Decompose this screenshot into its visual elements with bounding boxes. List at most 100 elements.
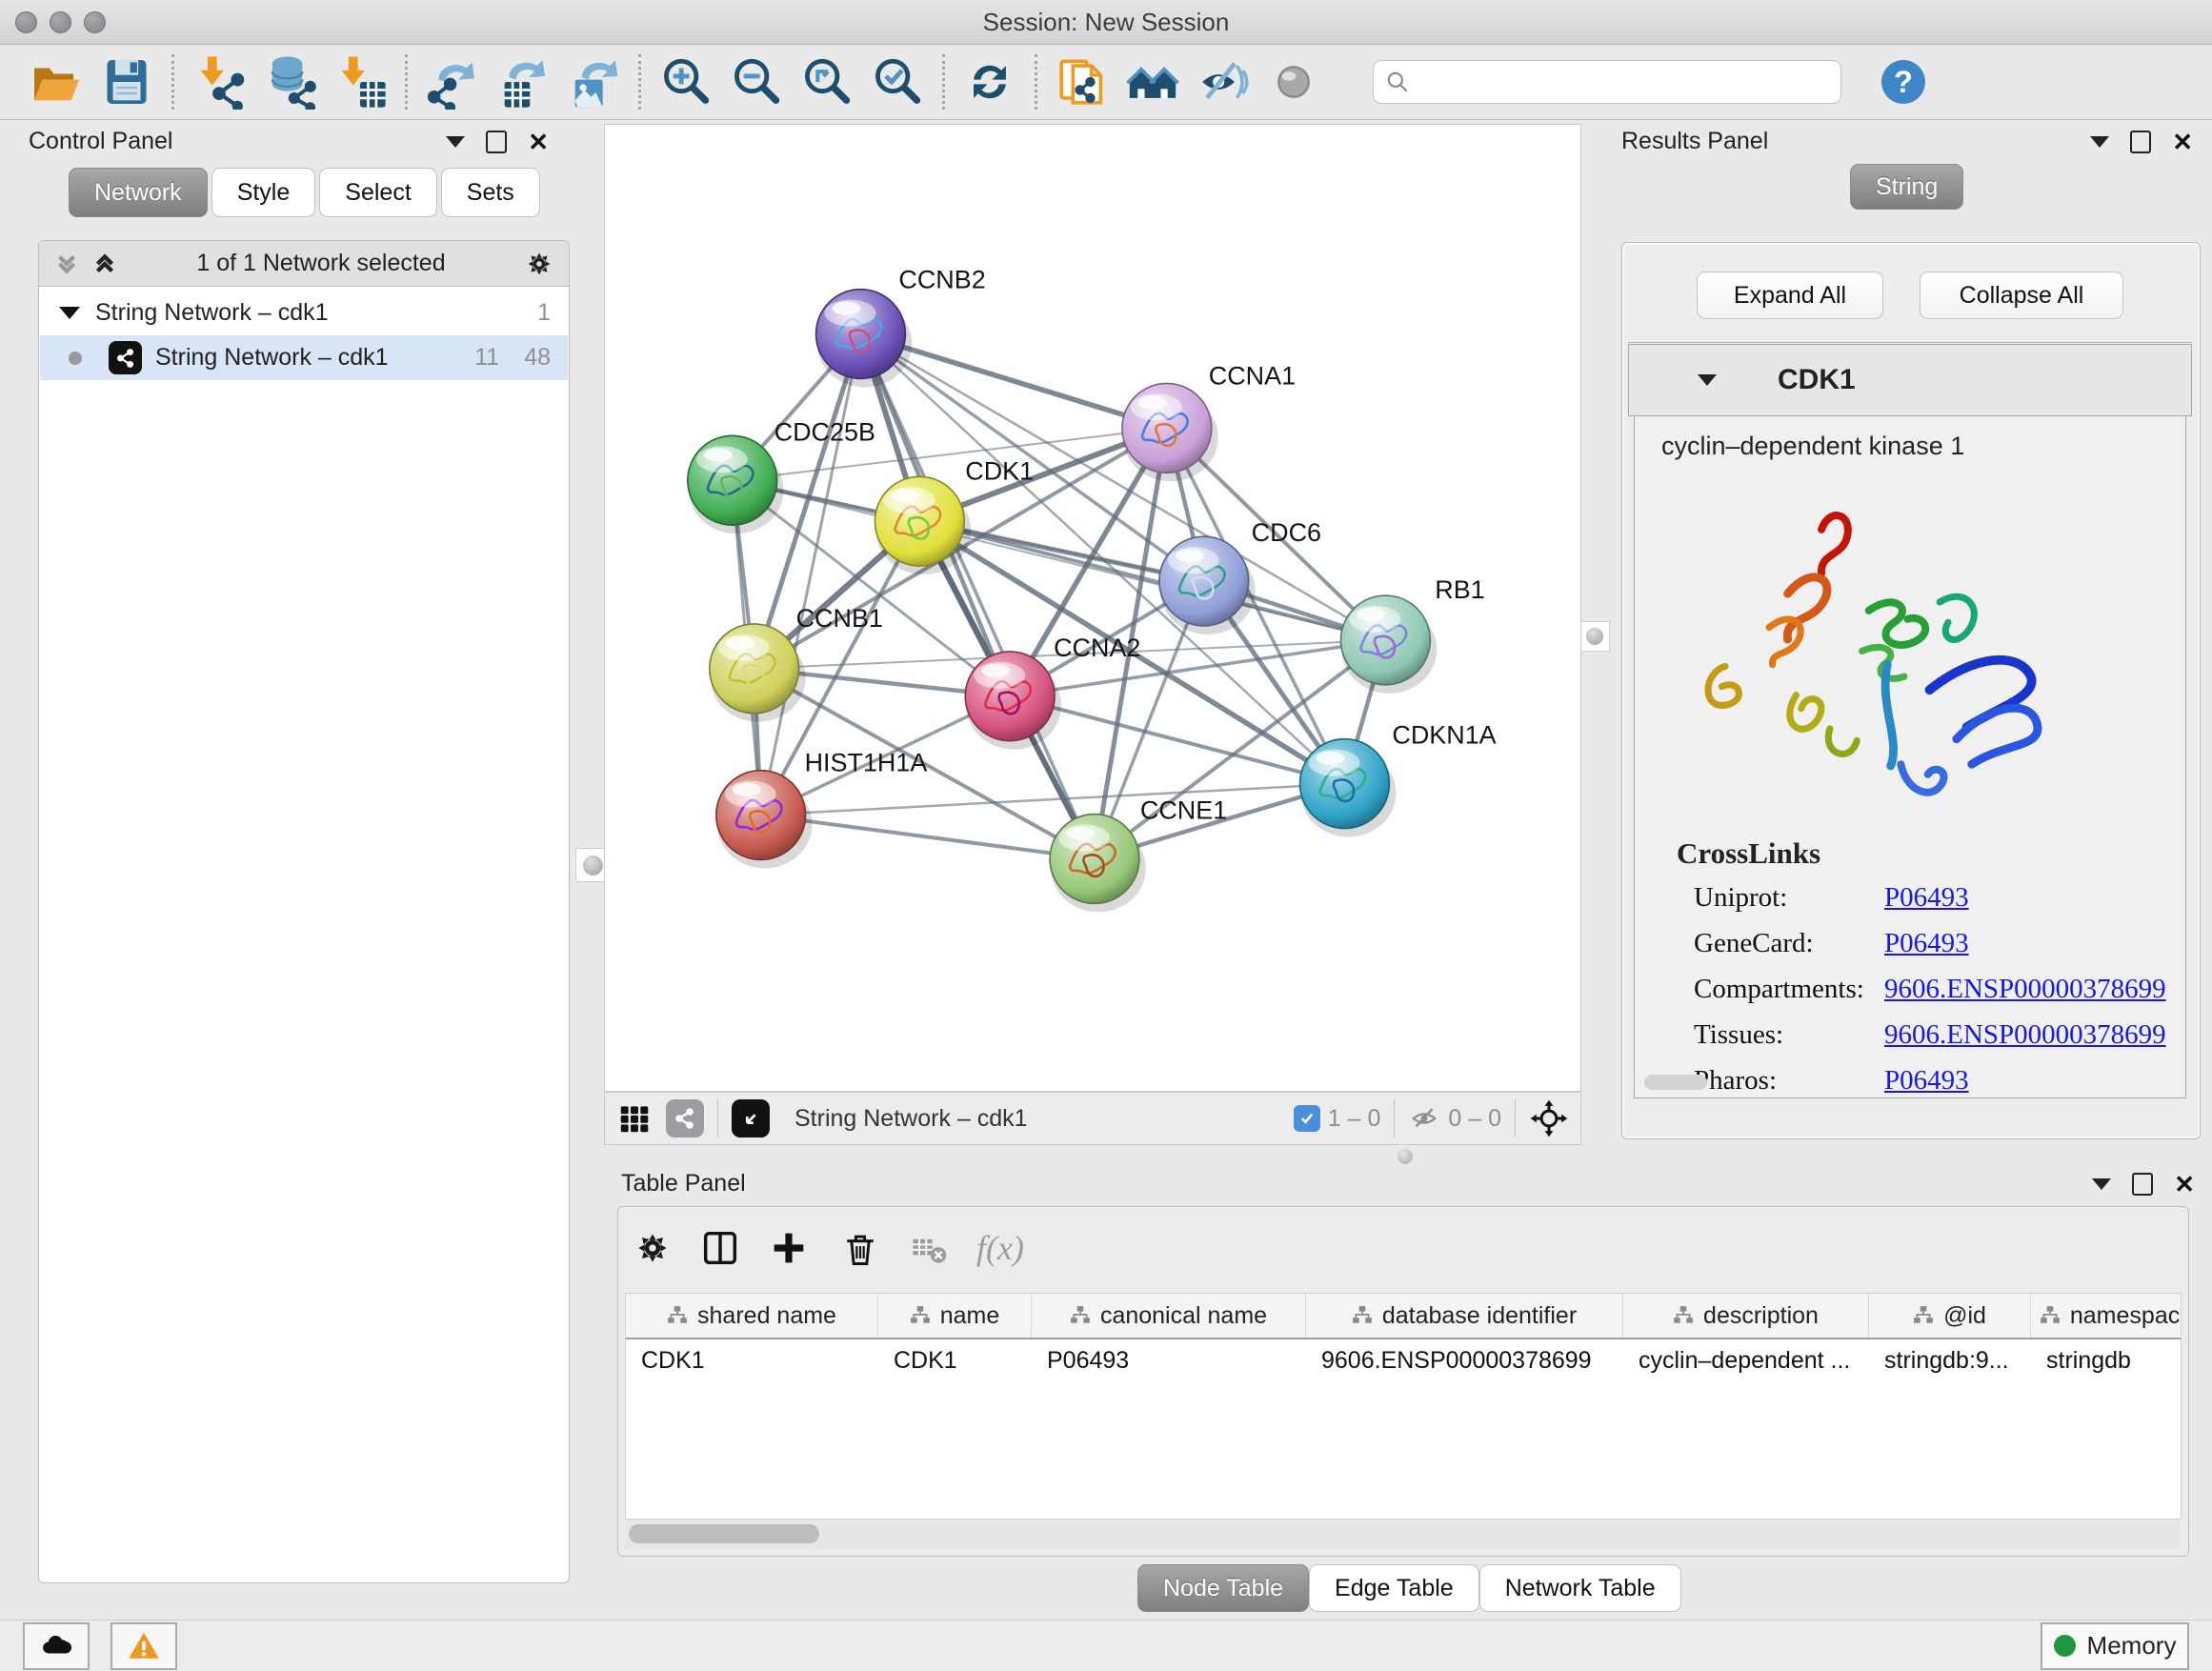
string-network-graph[interactable]: CCNB2CCNA1CDC25BCDK1CDC6RB1CCNB1CCNA2CDK…: [605, 125, 1580, 1091]
expand-all-button[interactable]: Expand All: [1697, 272, 1883, 319]
share-document-button[interactable]: [1047, 50, 1117, 113]
table-cell[interactable]: P06493: [1032, 1339, 1306, 1381]
help-button[interactable]: ?: [1868, 50, 1939, 113]
section-collapse-icon[interactable]: [1698, 374, 1717, 386]
column-header-namespace[interactable]: namespace: [2031, 1294, 2182, 1338]
network-node-ccnb2[interactable]: CCNB2: [816, 266, 986, 388]
column-header-description[interactable]: description: [1623, 1294, 1869, 1338]
import-table-file-button[interactable]: [325, 50, 395, 113]
right-splitter-handle[interactable]: [1579, 621, 1610, 652]
table-cell[interactable]: stringdb:9...: [1869, 1339, 2031, 1381]
crosslink-link[interactable]: P06493: [1884, 882, 1969, 914]
birdseye-navigator-icon[interactable]: [1529, 1098, 1569, 1138]
table-tabs: Node Table Edge Table Network Table: [1137, 1564, 1681, 1612]
expand-all-icon[interactable]: [90, 250, 119, 278]
save-session-button[interactable]: [91, 50, 162, 113]
network-view-canvas[interactable]: CCNB2CCNA1CDC25BCDK1CDC6RB1CCNB1CCNA2CDK…: [604, 124, 1581, 1092]
export-network-button[interactable]: [417, 50, 488, 113]
table-panel-title: Table Panel: [621, 1170, 746, 1198]
node-table[interactable]: shared namenamecanonical namedatabase id…: [625, 1293, 2182, 1520]
tab-style[interactable]: Style: [211, 168, 316, 217]
refresh-button[interactable]: [955, 50, 1025, 113]
table-horizontal-scrollbar[interactable]: [625, 1520, 2180, 1548]
zoom-fit-button[interactable]: [792, 50, 862, 113]
search-field[interactable]: [1373, 60, 1841, 104]
create-column-plus-icon[interactable]: [767, 1226, 811, 1270]
protein-section-body: cyclin–dependent kinase 1 CrossLinks Uni…: [1634, 416, 2186, 1098]
crosslink-link[interactable]: 9606.ENSP00000378699: [1884, 1019, 2166, 1051]
close-panel-icon[interactable]: ✕: [2172, 132, 2193, 151]
export-image-button[interactable]: [558, 50, 629, 113]
float-panel-icon[interactable]: [2130, 131, 2151, 153]
close-panel-icon[interactable]: ✕: [528, 132, 549, 151]
show-selected-button[interactable]: [1258, 50, 1329, 113]
protein-section-header[interactable]: CDK1: [1628, 344, 2192, 416]
table-scrollbar-thumb[interactable]: [629, 1524, 819, 1543]
panel-menu-icon[interactable]: [2090, 136, 2109, 148]
table-cell[interactable]: CDK1: [878, 1339, 1032, 1381]
network-node-ccnb1[interactable]: CCNB1: [710, 604, 883, 722]
hidden-eye-icon: [1408, 1102, 1440, 1135]
tree-expand-icon[interactable]: [59, 307, 80, 319]
gear-icon[interactable]: [523, 248, 555, 280]
import-network-database-button[interactable]: [254, 50, 325, 113]
table-settings-gear-icon[interactable]: [632, 1227, 674, 1269]
network-node-cdkn1a[interactable]: CDKN1A: [1300, 721, 1497, 837]
selected-checkbox-icon[interactable]: [1294, 1105, 1320, 1132]
open-in-new-window-icon[interactable]: [732, 1099, 770, 1137]
tab-sets[interactable]: Sets: [441, 168, 540, 217]
import-network-file-button[interactable]: [184, 50, 254, 113]
string-view-icon[interactable]: [666, 1099, 704, 1137]
table-cell[interactable]: 9606.ENSP00000378699: [1306, 1339, 1623, 1381]
table-row[interactable]: CDK1CDK1P064939606.ENSP00000378699cyclin…: [626, 1339, 2181, 1381]
table-cell[interactable]: cyclin–dependent ...: [1623, 1339, 1869, 1381]
float-panel-icon[interactable]: [486, 131, 507, 153]
export-image-icon: [566, 54, 621, 110]
results-scrollbar-thumb[interactable]: [1644, 1075, 1707, 1090]
column-header--id[interactable]: @id: [1869, 1294, 2031, 1338]
export-table-button[interactable]: [488, 50, 558, 113]
table-cell[interactable]: stringdb: [2031, 1339, 2182, 1381]
grid-view-icon[interactable]: [616, 1100, 653, 1137]
tab-node-table[interactable]: Node Table: [1137, 1564, 1309, 1612]
open-session-button[interactable]: [21, 50, 91, 113]
column-header-shared-name[interactable]: shared name: [626, 1294, 878, 1338]
table-cell[interactable]: CDK1: [626, 1339, 878, 1381]
network-row-selected[interactable]: String Network – cdk1 11 48: [40, 335, 568, 380]
network-collection-row[interactable]: String Network – cdk1 1: [40, 291, 568, 335]
home-button[interactable]: [1117, 50, 1188, 113]
network-node-cdk1[interactable]: CDK1: [875, 456, 1034, 574]
collapse-all-icon[interactable]: [52, 250, 81, 278]
crosslink-link[interactable]: P06493: [1884, 1065, 1969, 1097]
column-header-database-identifier[interactable]: database identifier: [1306, 1294, 1623, 1338]
search-input[interactable]: [1410, 68, 1814, 96]
crosslink-link[interactable]: 9606.ENSP00000378699: [1884, 974, 2166, 1005]
delete-column-trash-icon[interactable]: [839, 1227, 881, 1269]
zoom-in-button[interactable]: [651, 50, 721, 113]
cloud-status-button[interactable]: [23, 1622, 90, 1670]
network-node-rb1[interactable]: RB1: [1340, 575, 1484, 694]
tab-edge-table[interactable]: Edge Table: [1309, 1564, 1479, 1612]
panel-menu-icon[interactable]: [446, 136, 465, 148]
memory-button[interactable]: Memory: [2041, 1622, 2189, 1670]
show-columns-icon[interactable]: [698, 1226, 742, 1270]
network-node-ccne1[interactable]: CCNE1: [1050, 796, 1227, 913]
column-header-canonical-name[interactable]: canonical name: [1032, 1294, 1306, 1338]
tab-network[interactable]: Network: [69, 168, 208, 217]
warning-status-button[interactable]: [111, 1622, 177, 1670]
close-panel-icon[interactable]: ✕: [2174, 1175, 2195, 1194]
column-header-name[interactable]: name: [878, 1294, 1032, 1338]
tab-select[interactable]: Select: [319, 168, 436, 217]
hide-selected-button[interactable]: [1188, 50, 1258, 113]
tab-network-table[interactable]: Network Table: [1479, 1564, 1681, 1612]
collapse-all-button[interactable]: Collapse All: [1920, 272, 2123, 319]
zoom-out-button[interactable]: [721, 50, 792, 113]
crosslink-link[interactable]: P06493: [1884, 928, 1969, 959]
float-panel-icon[interactable]: [2132, 1173, 2153, 1196]
zoom-selected-button[interactable]: [862, 50, 933, 113]
tab-string[interactable]: String: [1850, 164, 1963, 210]
crosslink-label: GeneCard:: [1694, 928, 1884, 959]
network-node-ccna1[interactable]: CCNA1: [1122, 361, 1296, 481]
panel-menu-icon[interactable]: [2092, 1178, 2111, 1190]
network-node-cdc25b[interactable]: CDC25B: [688, 417, 875, 534]
